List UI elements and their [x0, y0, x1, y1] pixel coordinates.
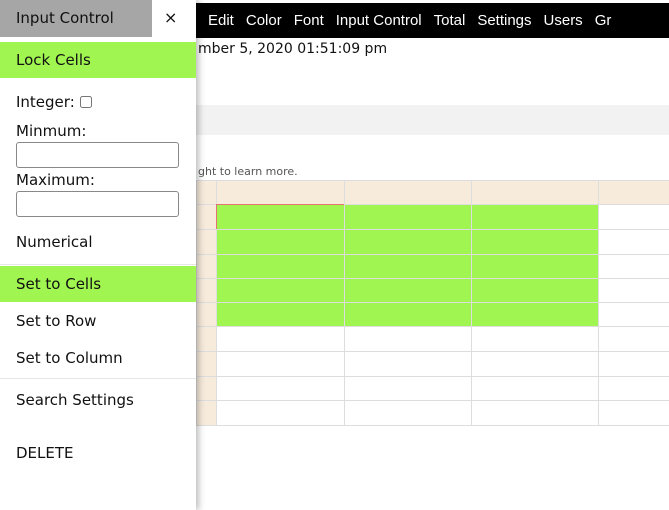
grid-cell[interactable]	[344, 376, 472, 401]
column-header-cell[interactable]	[216, 180, 345, 205]
row-header-cell[interactable]	[196, 400, 217, 426]
grid-cell[interactable]	[471, 229, 599, 255]
set-to-row-button[interactable]: Set to Row	[0, 312, 196, 330]
integer-row: Integer:	[0, 93, 196, 111]
toolbar-band	[196, 105, 669, 135]
menu-total[interactable]: Total	[434, 12, 466, 29]
row-header-cell[interactable]	[196, 351, 217, 377]
column-header-cell[interactable]	[196, 180, 217, 205]
grid-cell[interactable]	[216, 400, 345, 426]
maximum-label: Maximum:	[16, 171, 95, 189]
menu-settings[interactable]: Settings	[477, 12, 531, 29]
row-header-cell[interactable]	[196, 278, 217, 303]
grid-cell[interactable]	[471, 326, 599, 352]
integer-checkbox[interactable]	[79, 96, 92, 108]
menu-more[interactable]: Gr	[595, 12, 612, 29]
grid-cell[interactable]	[344, 400, 472, 426]
grid-cell[interactable]	[216, 376, 345, 401]
menu-edit[interactable]: Edit	[208, 12, 234, 29]
delete-button[interactable]: DELETE	[0, 444, 196, 462]
grid-cell[interactable]	[471, 302, 599, 327]
grid-cell[interactable]	[344, 204, 472, 230]
grid-cell[interactable]	[344, 302, 472, 327]
set-to-column-button[interactable]: Set to Column	[0, 349, 196, 367]
panel-title: Input Control	[0, 0, 152, 37]
grid-cell[interactable]	[598, 204, 669, 230]
divider	[0, 378, 196, 379]
row-header-cell[interactable]	[196, 229, 217, 255]
integer-label: Integer:	[16, 93, 75, 111]
grid-cell[interactable]	[344, 326, 472, 352]
grid-cell[interactable]	[344, 351, 472, 377]
grid-cell[interactable]	[471, 254, 599, 279]
row-header-cell[interactable]	[196, 254, 217, 279]
minimum-label: Minmum:	[16, 122, 87, 140]
column-header-cell[interactable]	[471, 180, 599, 205]
grid-cell[interactable]	[471, 400, 599, 426]
menu-font[interactable]: Font	[294, 12, 324, 29]
grid-cell[interactable]	[471, 351, 599, 377]
grid-cell[interactable]	[598, 326, 669, 352]
grid-cell[interactable]	[344, 278, 472, 303]
row-header-cell[interactable]	[196, 302, 217, 327]
input-control-panel: Input Control × Lock Cells Integer: Minm…	[0, 0, 196, 510]
grid-cell[interactable]	[598, 278, 669, 303]
row-header-cell[interactable]	[196, 376, 217, 401]
lock-cells-button[interactable]: Lock Cells	[0, 42, 196, 78]
grid-cell[interactable]	[471, 376, 599, 401]
column-header-cell[interactable]	[344, 180, 472, 205]
grid-cell[interactable]	[216, 326, 345, 352]
grid-cell[interactable]	[598, 254, 669, 279]
date-text: mber 5, 2020 01:51:09 pm	[198, 41, 388, 57]
menu-users[interactable]: Users	[544, 12, 583, 29]
grid-cell[interactable]	[471, 278, 599, 303]
grid-cell[interactable]	[216, 302, 345, 327]
grid-cell[interactable]	[598, 229, 669, 255]
column-header-cell[interactable]	[598, 180, 669, 205]
minimum-input[interactable]	[16, 142, 179, 168]
grid-cell[interactable]	[344, 254, 472, 279]
menu-bar: Edit Color Font Input Control Total Sett…	[196, 3, 669, 38]
grid-cell[interactable]	[471, 204, 599, 230]
grid-cell[interactable]	[598, 351, 669, 377]
grid-cell[interactable]	[216, 204, 345, 230]
grid-cell[interactable]	[216, 254, 345, 279]
set-to-cells-button[interactable]: Set to Cells	[0, 266, 196, 302]
row-header-cell[interactable]	[196, 204, 217, 230]
grid-cell[interactable]	[216, 351, 345, 377]
row-header-cell[interactable]	[196, 326, 217, 352]
grid-cell[interactable]	[598, 302, 669, 327]
divider	[0, 264, 196, 265]
search-settings-button[interactable]: Search Settings	[0, 391, 196, 409]
grid-cell[interactable]	[598, 400, 669, 426]
menu-input-control[interactable]: Input Control	[336, 12, 422, 29]
numerical-button[interactable]: Numerical	[0, 233, 196, 251]
grid-cell[interactable]	[344, 229, 472, 255]
close-icon[interactable]: ×	[164, 8, 177, 27]
menu-color[interactable]: Color	[246, 12, 282, 29]
grid-cell[interactable]	[216, 229, 345, 255]
maximum-input[interactable]	[16, 191, 179, 217]
grid-cell[interactable]	[598, 376, 669, 401]
grid-cell[interactable]	[216, 278, 345, 303]
hint-text: ght to learn more.	[198, 165, 298, 178]
